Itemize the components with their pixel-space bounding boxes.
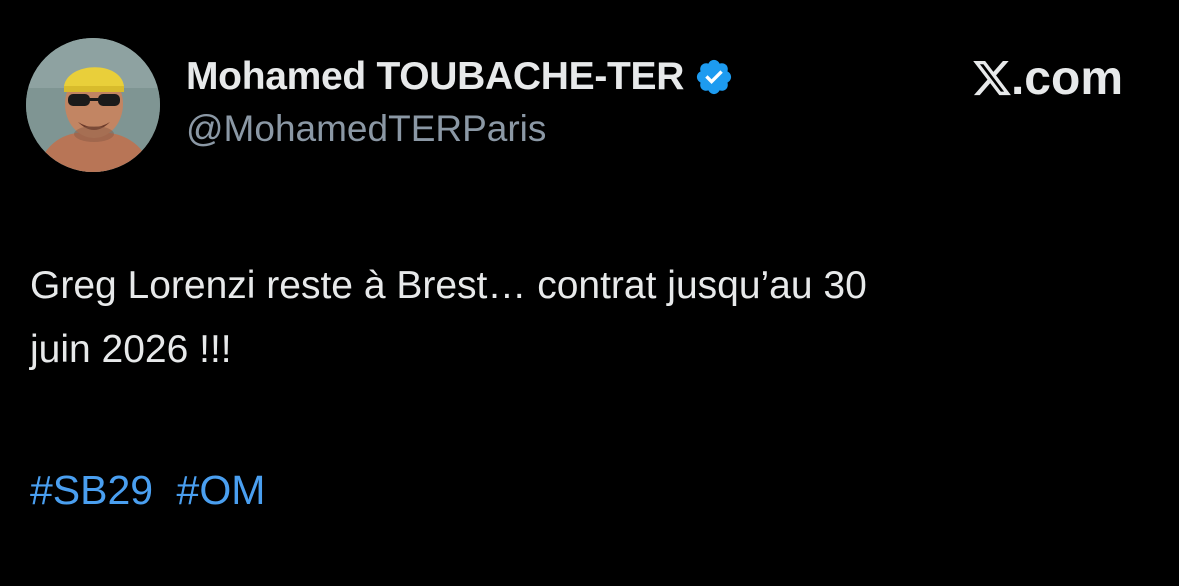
tweet-text-line: juin 2026 !!! — [30, 328, 232, 371]
avatar[interactable] — [26, 38, 160, 172]
verified-badge-icon[interactable] — [694, 57, 734, 97]
author-handle[interactable]: @MohamedTERParis — [186, 108, 546, 150]
tweet-card: Mohamed TOUBACHE-TER @MohamedTERParis .c… — [0, 0, 1179, 586]
tweet-body: Greg Lorenzi reste à Brest… contrat jusq… — [30, 254, 1140, 382]
hashtag-link[interactable]: #SB29 — [30, 467, 153, 513]
author-display-name[interactable]: Mohamed TOUBACHE-TER — [186, 55, 684, 99]
hashtag-link[interactable]: #OM — [177, 467, 266, 513]
brand-domain-text: .com — [1010, 51, 1123, 105]
author-name-row: Mohamed TOUBACHE-TER — [186, 52, 734, 102]
avatar-photo — [26, 38, 160, 172]
brand-watermark: .com — [971, 50, 1123, 106]
tweet-text-line: Greg Lorenzi reste à Brest… contrat jusq… — [30, 264, 867, 307]
x-logo-icon — [971, 57, 1013, 99]
hashtag-row: #SB29 #OM — [30, 458, 265, 522]
